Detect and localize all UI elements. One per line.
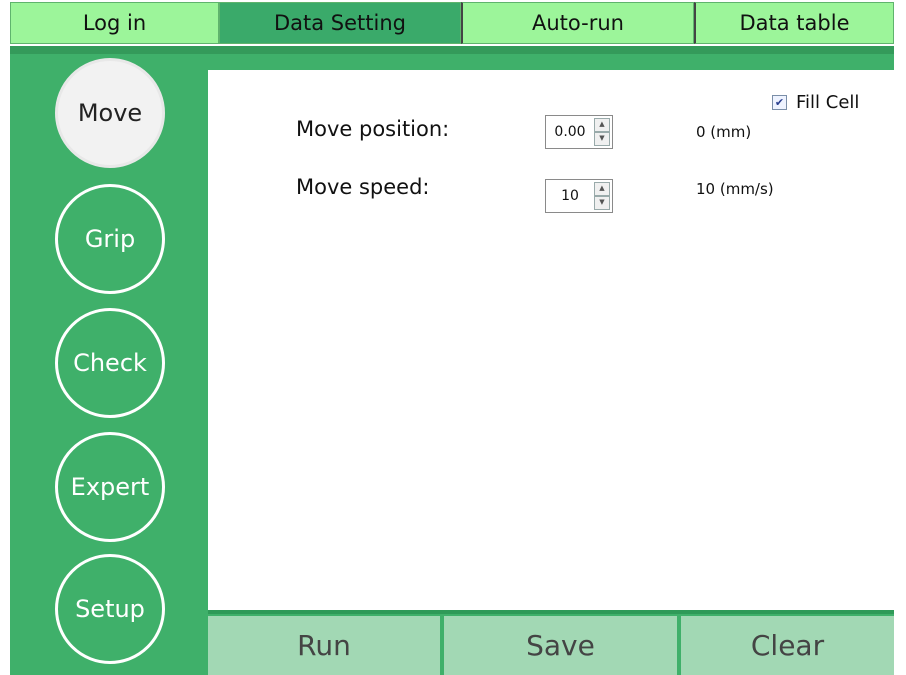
sidebar-item-move[interactable]: Move [55, 58, 165, 168]
action-bar: Run Save Clear [208, 610, 894, 675]
move-position-readout: 0 (mm) [696, 123, 752, 141]
arrow-down-icon[interactable]: ▼ [594, 132, 610, 146]
tab-data-table[interactable]: Data table [694, 2, 894, 44]
sidebar-item-check[interactable]: Check [55, 308, 165, 418]
move-position-spin-buttons: ▲ ▼ [594, 118, 610, 146]
sidebar-item-expert[interactable]: Expert [55, 432, 165, 542]
top-strip [10, 46, 894, 54]
check-icon: ✔ [774, 96, 785, 109]
sidebar-item-grip[interactable]: Grip [55, 184, 165, 294]
move-speed-value[interactable]: 10 [546, 188, 594, 204]
arrow-up-icon[interactable]: ▲ [594, 182, 610, 196]
tab-auto-run[interactable]: Auto-run [461, 2, 694, 44]
sidebar-item-setup[interactable]: Setup [55, 554, 165, 664]
save-button[interactable]: Save [444, 616, 677, 675]
move-speed-spin-buttons: ▲ ▼ [594, 182, 610, 210]
fill-cell-option[interactable]: ✔ Fill Cell [772, 92, 859, 113]
tab-bar: Log in Data Setting Auto-run Data table [10, 2, 894, 46]
move-position-value[interactable]: 0.00 [546, 124, 594, 140]
arrow-down-icon[interactable]: ▼ [594, 196, 610, 210]
action-bar-strip [208, 610, 894, 614]
tab-data-setting[interactable]: Data Setting [219, 2, 461, 44]
move-speed-readout: 10 (mm/s) [696, 180, 774, 198]
move-speed-label: Move speed: [296, 175, 430, 199]
move-position-spinner[interactable]: 0.00 ▲ ▼ [545, 115, 613, 149]
content-panel: ✔ Fill Cell Move position: 0.00 ▲ ▼ 0 (m… [208, 70, 894, 610]
fill-cell-checkbox[interactable]: ✔ [772, 95, 787, 110]
tab-log-in[interactable]: Log in [10, 2, 219, 44]
move-speed-spinner[interactable]: 10 ▲ ▼ [545, 179, 613, 213]
clear-button[interactable]: Clear [681, 616, 894, 675]
fill-cell-label: Fill Cell [796, 92, 860, 113]
arrow-up-icon[interactable]: ▲ [594, 118, 610, 132]
move-position-label: Move position: [296, 117, 450, 141]
run-button[interactable]: Run [208, 616, 440, 675]
main-frame: Move Grip Check Expert Setup ✔ Fill Cell… [10, 46, 894, 675]
